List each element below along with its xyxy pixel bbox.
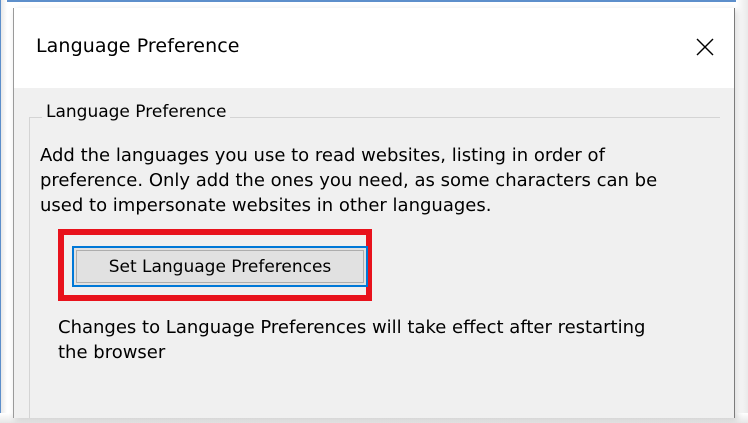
dialog-title: Language Preference xyxy=(36,35,240,57)
group-description: Add the languages you use to read websit… xyxy=(40,145,658,216)
set-language-preferences-button[interactable]: Set Language Preferences xyxy=(72,246,368,287)
close-button[interactable] xyxy=(682,24,728,70)
group-legend: Language Preference xyxy=(42,102,231,122)
restart-note: Changes to Language Preferences will tak… xyxy=(58,317,646,363)
close-icon xyxy=(696,38,714,56)
button-label: Set Language Preferences xyxy=(108,256,332,277)
right-shadow xyxy=(736,0,748,423)
title-bar: Language Preference xyxy=(14,8,734,88)
left-shadow xyxy=(1,0,7,423)
window-top-border xyxy=(0,0,748,2)
